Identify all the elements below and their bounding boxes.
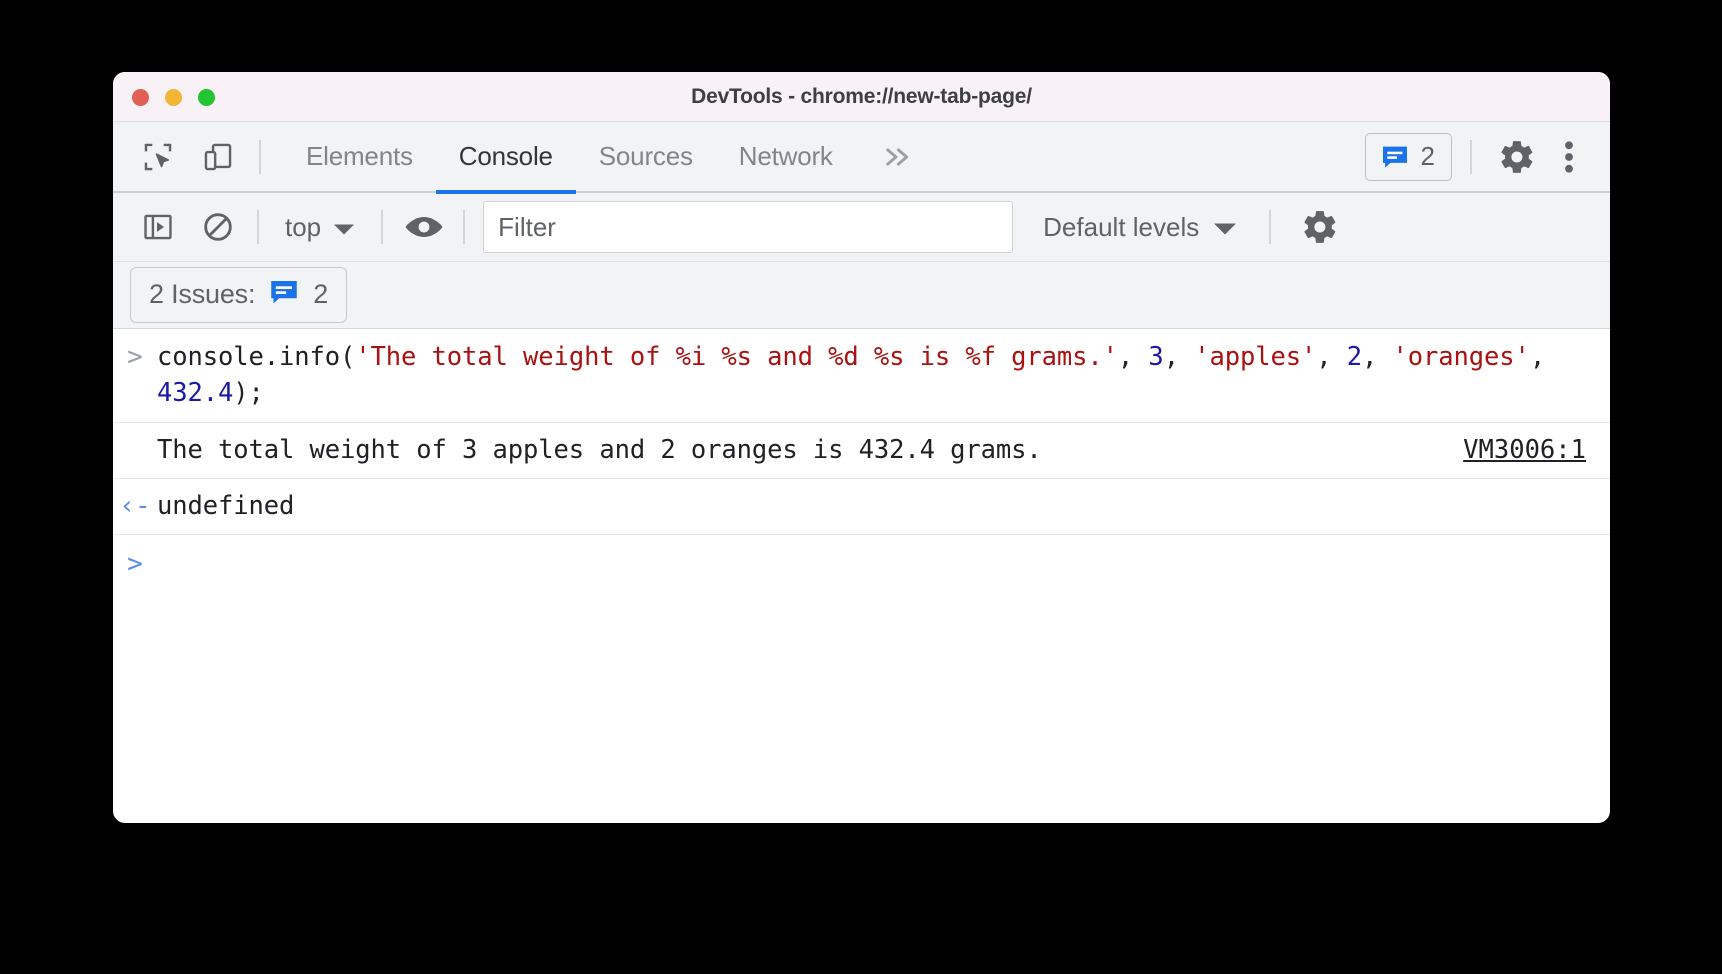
devtools-tab-bar: Elements Console Sources Network 2 bbox=[113, 121, 1610, 194]
clear-console-icon[interactable] bbox=[195, 204, 241, 250]
tab-label: Sources bbox=[598, 141, 693, 171]
chevron-down-icon bbox=[1213, 212, 1237, 243]
toolbar-divider bbox=[1470, 139, 1472, 174]
console-output-row: The total weight of 3 apples and 2 orang… bbox=[113, 423, 1610, 479]
devtools-window: DevTools - chrome://new-tab-page/ Elemen… bbox=[113, 72, 1610, 823]
window-traffic-lights bbox=[132, 89, 215, 106]
close-window-button[interactable] bbox=[132, 89, 149, 106]
gear-icon[interactable] bbox=[1490, 133, 1544, 181]
toolbar-divider bbox=[1269, 210, 1272, 244]
filter-input[interactable] bbox=[483, 201, 1014, 253]
create-live-expression-eye-icon[interactable] bbox=[401, 204, 447, 250]
console-toolbar: top Default levels bbox=[113, 193, 1610, 262]
code-token-string: 'oranges' bbox=[1392, 342, 1530, 372]
issues-summary-button[interactable]: 2 Issues: 2 bbox=[130, 267, 348, 323]
issues-count: 2 bbox=[1420, 141, 1435, 171]
inspect-element-icon[interactable] bbox=[135, 134, 181, 180]
maximize-window-button[interactable] bbox=[198, 89, 215, 106]
context-value: top bbox=[285, 211, 322, 242]
code-token-plain: console.info( bbox=[157, 342, 356, 372]
code-token-plain: , bbox=[1316, 342, 1347, 372]
console-message-list: > console.info('The total weight of %i %… bbox=[113, 329, 1610, 590]
tab-console[interactable]: Console bbox=[435, 121, 576, 194]
chevron-down-icon bbox=[333, 212, 355, 243]
console-return-row: ‹- undefined bbox=[113, 479, 1610, 535]
code-token-plain: , bbox=[1362, 342, 1393, 372]
console-return-value: undefined bbox=[157, 491, 295, 521]
code-token-number: 2 bbox=[1346, 342, 1363, 372]
return-caret-gutter: ‹- bbox=[113, 488, 157, 521]
more-options-menu-icon[interactable] bbox=[1548, 133, 1590, 181]
code-token-plain: , bbox=[1117, 342, 1149, 372]
source-location-link[interactable]: VM3006:1 bbox=[1463, 435, 1610, 465]
tab-label: Console bbox=[458, 141, 553, 171]
prompt-caret-icon: > bbox=[127, 549, 143, 579]
console-prompt-row[interactable]: > bbox=[113, 535, 1610, 590]
tab-elements[interactable]: Elements bbox=[283, 121, 436, 192]
console-prompt-input[interactable] bbox=[157, 546, 1610, 579]
tabbar-right-controls: 2 bbox=[1364, 132, 1610, 181]
code-token-plain: , bbox=[1529, 342, 1561, 372]
console-command-text: console.info('The total weight of %i %s … bbox=[157, 339, 1610, 411]
input-caret-icon: > bbox=[127, 342, 143, 372]
return-caret-icon: ‹- bbox=[119, 491, 151, 521]
console-settings-gear-icon[interactable] bbox=[1297, 204, 1343, 250]
log-levels-selector[interactable]: Default levels bbox=[1037, 208, 1243, 247]
tab-network[interactable]: Network bbox=[716, 121, 856, 192]
issues-counter-button[interactable]: 2 bbox=[1364, 132, 1452, 181]
output-gutter bbox=[113, 455, 157, 458]
screenshot-canvas: DevTools - chrome://new-tab-page/ Elemen… bbox=[0, 0, 1722, 974]
toolbar-divider bbox=[259, 139, 261, 174]
tab-label: Elements bbox=[306, 141, 413, 171]
code-token-number: 3 bbox=[1148, 342, 1164, 372]
issues-label: 2 Issues: bbox=[149, 279, 256, 309]
more-tabs-chevron-icon[interactable] bbox=[870, 134, 922, 180]
device-toolbar-icon[interactable] bbox=[195, 134, 241, 180]
console-output-text: The total weight of 3 apples and 2 orang… bbox=[157, 435, 1042, 465]
toolbar-divider bbox=[463, 210, 466, 244]
levels-value: Default levels bbox=[1043, 211, 1200, 242]
issues-toolbar: 2 Issues: 2 bbox=[113, 262, 1610, 329]
execution-context-selector[interactable]: top bbox=[277, 208, 363, 247]
code-token-string: 'apples' bbox=[1194, 342, 1317, 372]
console-input-row[interactable]: > console.info('The total weight of %i %… bbox=[113, 329, 1610, 423]
prompt-caret-gutter: > bbox=[113, 546, 157, 579]
window-title: DevTools - chrome://new-tab-page/ bbox=[691, 84, 1032, 108]
tab-label: Network bbox=[738, 141, 833, 171]
issues-count: 2 bbox=[313, 279, 329, 309]
console-sidebar-toggle-icon[interactable] bbox=[135, 204, 181, 250]
code-token-plain: , bbox=[1163, 342, 1195, 372]
minimize-window-button[interactable] bbox=[165, 89, 182, 106]
input-caret-gutter: > bbox=[113, 339, 157, 411]
code-token-plain: ); bbox=[233, 378, 264, 408]
issue-message-icon bbox=[1382, 146, 1407, 168]
window-titlebar: DevTools - chrome://new-tab-page/ bbox=[113, 72, 1610, 122]
tab-sources[interactable]: Sources bbox=[576, 121, 716, 192]
issue-message-icon bbox=[267, 275, 301, 314]
code-token-string: 'The total weight of %i %s and %d %s is … bbox=[355, 342, 1118, 372]
toolbar-divider bbox=[257, 210, 259, 244]
code-token-number: 432.4 bbox=[157, 378, 234, 408]
toolbar-divider bbox=[381, 210, 384, 244]
